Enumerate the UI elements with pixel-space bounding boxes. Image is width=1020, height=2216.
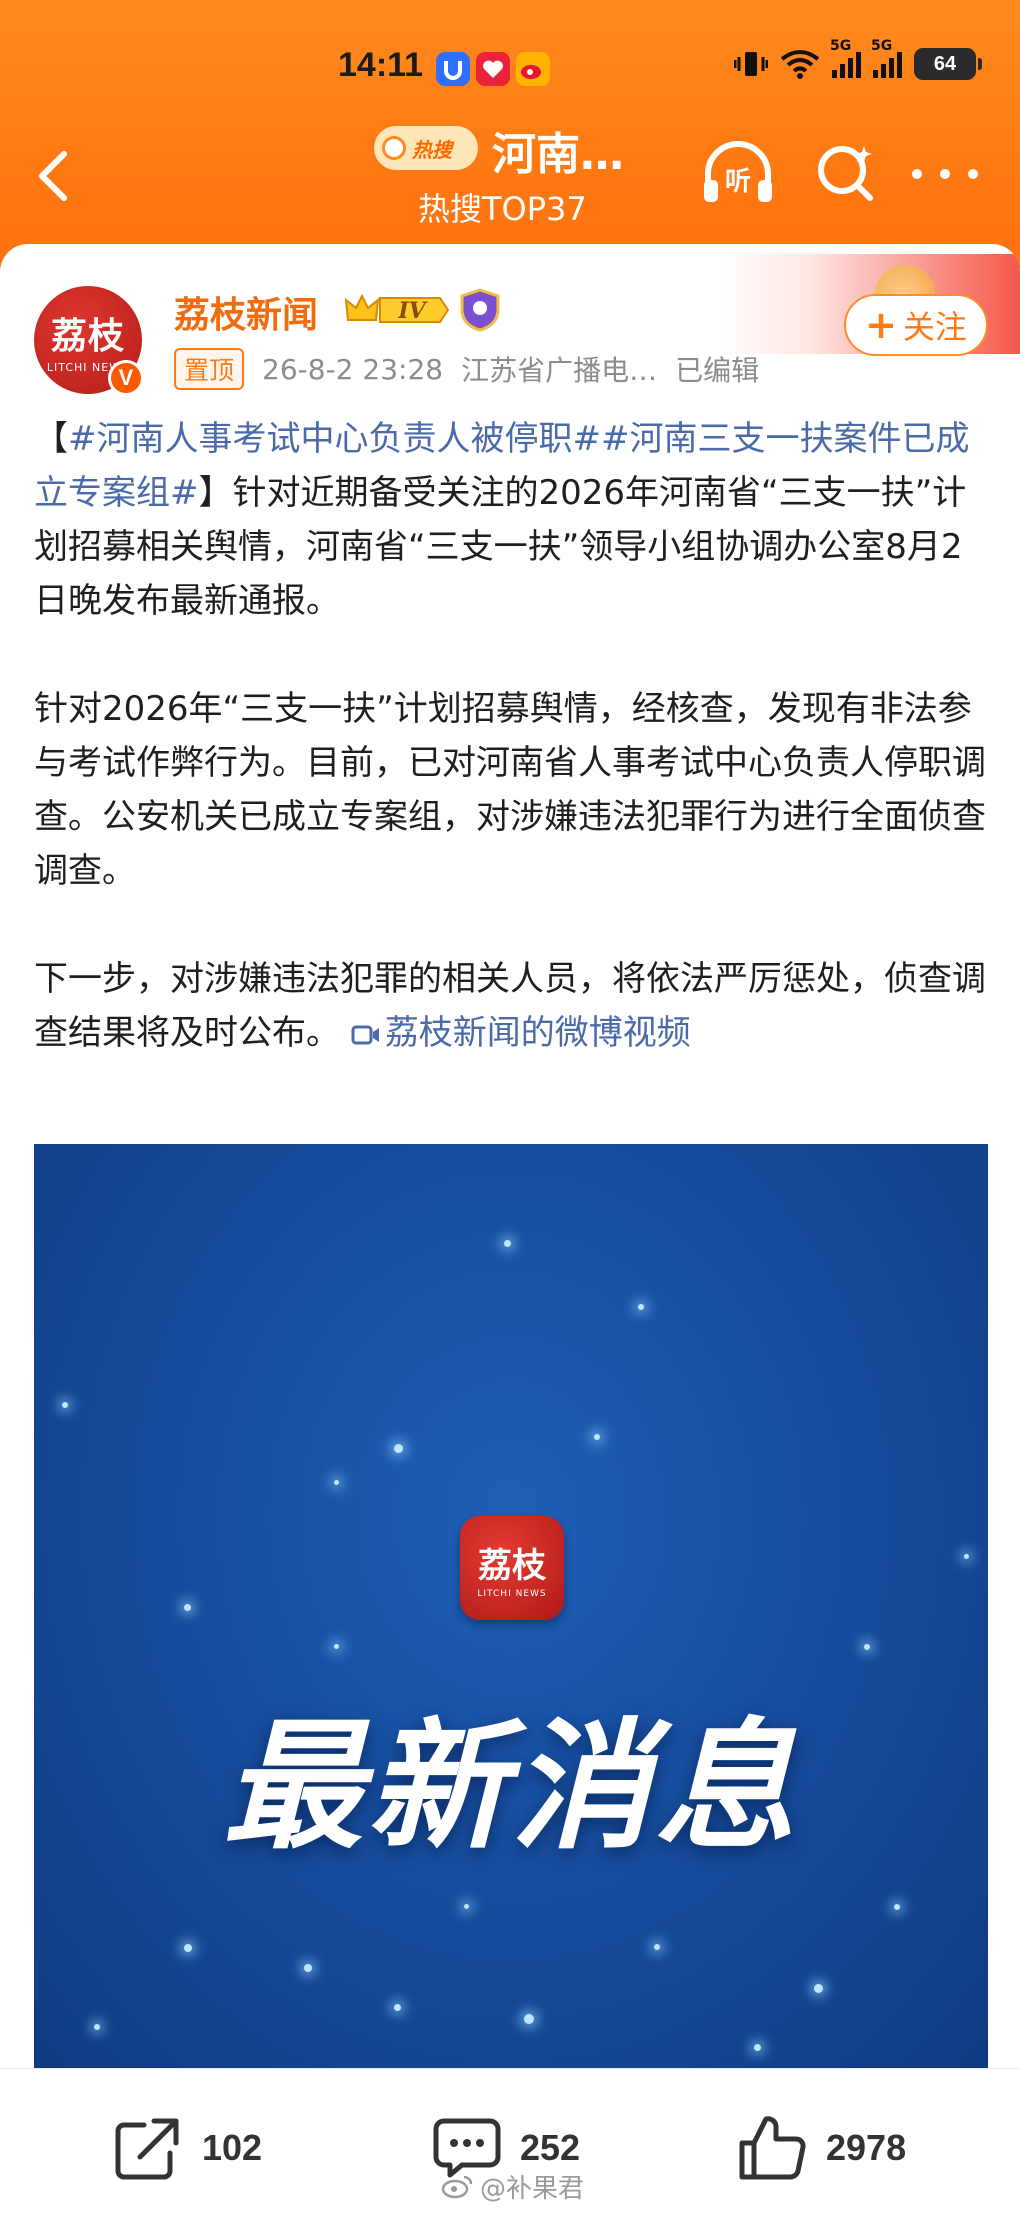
video-logo-sub: LITCHI NEWS (477, 1588, 547, 1599)
sparkle-decoration (394, 2004, 401, 2011)
post-timestamp: 26-8-2 23:28 (262, 352, 444, 386)
search-ring-icon (382, 136, 406, 160)
video-camera-icon (351, 1025, 379, 1044)
crown-level-badge-icon: IV (344, 293, 450, 324)
hot-search-label: 热搜 (412, 137, 452, 162)
more-options-button[interactable] (912, 160, 978, 188)
post-source: 江苏省广播电… (461, 354, 658, 387)
sparkle-decoration (814, 1984, 823, 1993)
watermark: @补果君 (440, 2168, 584, 2205)
shield-badge-icon (460, 288, 500, 332)
video-player[interactable]: 荔枝 LITCHI NEWS 最新消息 (34, 1144, 988, 2074)
svg-text:听: 听 (725, 167, 751, 197)
sparkle-decoration (334, 1644, 339, 1649)
sparkle-decoration (638, 1304, 644, 1310)
post-paragraph-1: 【#河南人事考试中心负责人被停职##河南三支一扶案件已成立专案组#】针对近期备受… (34, 419, 970, 621)
follow-label: 关注 (902, 308, 967, 346)
svg-text:IV: IV (397, 298, 427, 324)
battery-indicator: 64 (914, 48, 982, 80)
post-card: 荔枝 LITCHI NEWS V 荔枝新闻 IV + 关注 置顶 26-8-2 … (0, 244, 1020, 2074)
watermark-text: @补果君 (480, 2174, 585, 2204)
like-button[interactable]: 2978 (738, 2115, 906, 2181)
plus-icon: + (865, 303, 897, 347)
video-logo-text: 荔枝 (478, 1545, 546, 1586)
signal-icon-2: 5G (871, 38, 902, 78)
post-meta: 置顶 26-8-2 23:28 江苏省广播电… 已编辑 (174, 348, 759, 390)
signal-icon-1: 5G (830, 38, 861, 78)
follow-button[interactable]: + 关注 (844, 294, 988, 356)
status-time: 14:11 (338, 46, 424, 84)
search-button[interactable] (814, 142, 876, 204)
dot-icon (912, 169, 922, 179)
post-body: 【#河南人事考试中心负责人被停职##河南三支一扶案件已成立专案组#】针对近期备受… (34, 412, 990, 1114)
video-link-label: 荔枝新闻的微博视频 (384, 1013, 691, 1053)
video-headline: 最新消息 (222, 1706, 799, 1869)
back-button[interactable] (32, 148, 76, 204)
page-title: 河南… (492, 129, 624, 180)
sparkle-decoration (754, 2044, 761, 2051)
hot-rank-subtitle: 热搜TOP37 (418, 190, 587, 228)
weibo-notification-icon (516, 52, 550, 86)
status-indicators: 5G 5G 64 (734, 38, 982, 80)
avatar-logo-text: 荔枝 (50, 314, 125, 357)
sparkle-decoration (94, 2024, 100, 2030)
share-button[interactable]: 102 (114, 2115, 262, 2181)
verified-badge-icon: V (108, 360, 144, 396)
sparkle-decoration (334, 1480, 339, 1485)
dot-icon (968, 169, 978, 179)
sparkle-decoration (654, 1944, 660, 1950)
sparkle-decoration (62, 1402, 68, 1408)
sparkle-decoration (464, 1904, 469, 1909)
share-count: 102 (202, 2127, 263, 2168)
edited-label: 已编辑 (675, 354, 760, 387)
hashtag-link[interactable]: #河南人事考试中心负责人被停职# (68, 419, 601, 459)
weibo-logo-icon (441, 2175, 473, 2198)
headphones-icon: 听 (704, 141, 772, 202)
share-icon (115, 2118, 179, 2180)
author-avatar[interactable]: 荔枝 LITCHI NEWS V (34, 286, 144, 396)
comment-count: 252 (520, 2127, 581, 2168)
sparkle-decoration (894, 1904, 900, 1910)
hot-search-badge: 热搜 (374, 126, 478, 170)
thumbs-up-icon (739, 2116, 806, 2180)
wifi-icon (780, 50, 820, 79)
author-name[interactable]: 荔枝新闻 (174, 286, 318, 338)
listen-button[interactable]: 听 (700, 140, 776, 208)
sparkle-decoration (304, 1964, 312, 1972)
video-logo: 荔枝 LITCHI NEWS (460, 1516, 564, 1620)
pinned-badge: 置顶 (174, 348, 245, 390)
sparkle-decoration (864, 1644, 870, 1650)
sparkle-decoration (594, 1434, 600, 1440)
video-link[interactable]: 荔枝新闻的微博视频 (351, 1013, 691, 1053)
sparkle-decoration (524, 2014, 534, 2024)
app-notification-icon-2 (476, 52, 510, 86)
post-paragraph-3: 下一步，对涉嫌违法犯罪的相关人员，将依法严厉惩处，侦查调查结果将及时公布。 荔枝… (34, 952, 990, 1060)
post-paragraph-2: 针对2026年“三支一扶”计划招募舆情，经核查，发现有非法参与考试作弊行为。目前… (34, 689, 986, 891)
sparkle-decoration (184, 1604, 191, 1611)
like-count: 2978 (826, 2127, 907, 2168)
status-bar: 14:11 5G 5G 64 (0, 38, 1020, 100)
vibrate-icon (734, 52, 768, 76)
chevron-left-icon (39, 151, 67, 201)
sparkle-decoration (394, 1444, 403, 1453)
sparkle-decoration (184, 1944, 192, 1952)
dot-icon (940, 169, 950, 179)
app-notification-icon-1 (436, 52, 470, 86)
sparkle-decoration (504, 1240, 511, 1247)
sparkle-decoration (964, 1554, 969, 1559)
search-icon (818, 146, 873, 201)
